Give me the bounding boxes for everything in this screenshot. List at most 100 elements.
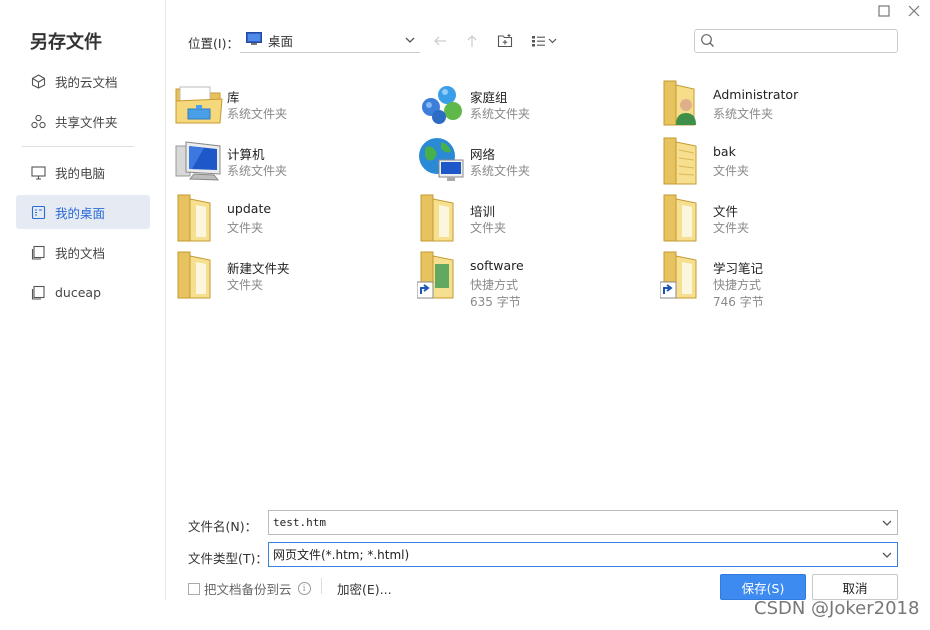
close-icon (908, 5, 920, 17)
close-button[interactable] (904, 2, 924, 20)
file-type: 文件夹 (713, 164, 750, 178)
sidebar-item-label: 我的云文档 (55, 74, 118, 90)
up-button[interactable] (461, 30, 483, 52)
backup-label: 把文档备份到云 (204, 582, 292, 597)
file-name: 计算机 (227, 147, 265, 162)
search-icon (700, 33, 715, 52)
backup-checkbox[interactable] (188, 582, 200, 595)
file-item[interactable]: 计算机 系统文件夹 (174, 136, 404, 190)
new-folder-button[interactable] (494, 30, 516, 52)
file-name: 培训 (470, 204, 496, 219)
file-item[interactable]: software 快捷方式 635 字节 (416, 250, 647, 309)
file-type: 系统文件夹 (227, 164, 288, 178)
chevron-down-icon (881, 549, 893, 565)
file-name: Administrator (713, 87, 799, 102)
library-icon (174, 79, 224, 129)
sidebar-item-duceap[interactable]: duceap (16, 275, 150, 309)
save-button[interactable]: 保存(S) (720, 574, 806, 600)
documents-icon (30, 244, 46, 260)
view-mode-button[interactable] (530, 30, 560, 52)
chevron-down-icon[interactable] (881, 517, 893, 533)
back-button[interactable] (429, 30, 451, 52)
file-name: update (227, 201, 272, 216)
monitor-icon (30, 164, 46, 180)
sidebar-item-label: duceap (55, 284, 102, 300)
sidebar: 另存文件 我的云文档 共享文件夹 我的电脑 我的桌面 我的文档 duceap (0, 0, 166, 600)
sidebar-item-shared-folder[interactable]: 共享文件夹 (16, 104, 150, 138)
file-size: 746 字节 (713, 295, 764, 309)
sidebar-item-cloud-docs[interactable]: 我的云文档 (16, 64, 150, 98)
file-type: 文件夹 (713, 221, 750, 235)
location-value: 桌面 (268, 34, 294, 49)
sidebar-item-my-desktop[interactable]: 我的桌面 (16, 195, 150, 229)
location-label: 位置(I)： (188, 36, 239, 51)
dialog-title: 另存文件 (30, 32, 102, 53)
file-item[interactable]: update 文件夹 (174, 193, 404, 247)
folder-icon (174, 193, 224, 243)
file-item[interactable]: Administrator 系统文件夹 (660, 79, 890, 133)
file-name: bak (713, 144, 736, 159)
list-view-icon (532, 36, 557, 47)
shortcut-folder-icon (416, 250, 467, 300)
file-item[interactable]: 家庭组 系统文件夹 (417, 79, 647, 133)
file-type: 快捷方式 (470, 278, 519, 292)
file-type: 文件夹 (227, 221, 264, 235)
file-name: 文件 (713, 204, 739, 219)
cloud-cube-icon (30, 73, 46, 89)
file-item[interactable]: bak 文件夹 (660, 136, 890, 190)
search-box[interactable] (694, 29, 898, 53)
file-item[interactable]: 学习笔记 快捷方式 746 字节 (659, 250, 890, 309)
filename-field[interactable]: test.htm (268, 510, 898, 535)
chevron-down-icon (404, 34, 416, 50)
cancel-button[interactable]: 取消 (812, 574, 898, 600)
file-item[interactable]: 文件 文件夹 (660, 193, 890, 247)
filename-label: 文件名(N)： (188, 519, 258, 534)
shortcut-folder-icon (659, 250, 710, 300)
file-name: 网络 (470, 147, 496, 162)
filetype-value: 网页文件(*.htm; *.html) (273, 548, 410, 562)
file-item[interactable]: 网络 系统文件夹 (417, 136, 647, 190)
sidebar-item-label: 我的文档 (55, 245, 106, 261)
file-type: 文件夹 (227, 278, 264, 292)
filename-value: test.htm (273, 516, 326, 529)
file-item[interactable]: 库 系统文件夹 (174, 79, 404, 133)
backup-option[interactable]: 把文档备份到云 i (188, 579, 311, 598)
sidebar-divider (22, 146, 134, 147)
file-type: 快捷方式 (713, 278, 762, 292)
sidebar-item-label: 共享文件夹 (55, 114, 118, 130)
file-item[interactable]: 培训 文件夹 (417, 193, 647, 247)
file-item[interactable]: 新建文件夹 文件夹 (174, 250, 404, 304)
maximize-button[interactable] (874, 2, 894, 20)
network-icon (417, 136, 467, 186)
file-name: 家庭组 (470, 90, 508, 105)
folder-icon (660, 136, 710, 186)
folder-icon (417, 193, 467, 243)
file-name: 学习笔记 (713, 261, 764, 276)
share-icon (30, 113, 46, 129)
sidebar-item-my-documents[interactable]: 我的文档 (16, 235, 150, 269)
location-dropdown[interactable]: 桌面 (240, 29, 420, 53)
filetype-label: 文件类型(T)： (188, 551, 268, 566)
sidebar-item-my-computer[interactable]: 我的电脑 (16, 155, 150, 189)
filetype-select[interactable]: 网页文件(*.htm; *.html) (268, 542, 898, 567)
watermark: CSDN @Joker2018 (754, 598, 920, 619)
homegroup-icon (417, 79, 467, 129)
encrypt-link[interactable]: 加密(E)... (337, 579, 392, 598)
computer-icon (174, 136, 224, 186)
folder-outline-icon (30, 284, 46, 300)
search-input[interactable] (719, 32, 891, 50)
file-size: 635 字节 (470, 295, 521, 309)
arrow-left-icon (434, 36, 446, 46)
file-type: 系统文件夹 (713, 107, 774, 121)
desktop-thumbnail-icon (246, 32, 262, 49)
info-icon[interactable]: i (297, 582, 311, 595)
file-type: 系统文件夹 (227, 107, 288, 121)
maximize-icon (878, 5, 890, 17)
sidebar-item-label: 我的桌面 (55, 205, 106, 221)
file-type: 系统文件夹 (470, 164, 531, 178)
divider (321, 578, 322, 594)
desktop-icon (30, 204, 46, 220)
sidebar-item-label: 我的电脑 (55, 165, 106, 181)
arrow-up-icon (467, 35, 477, 47)
folder-icon (660, 193, 710, 243)
